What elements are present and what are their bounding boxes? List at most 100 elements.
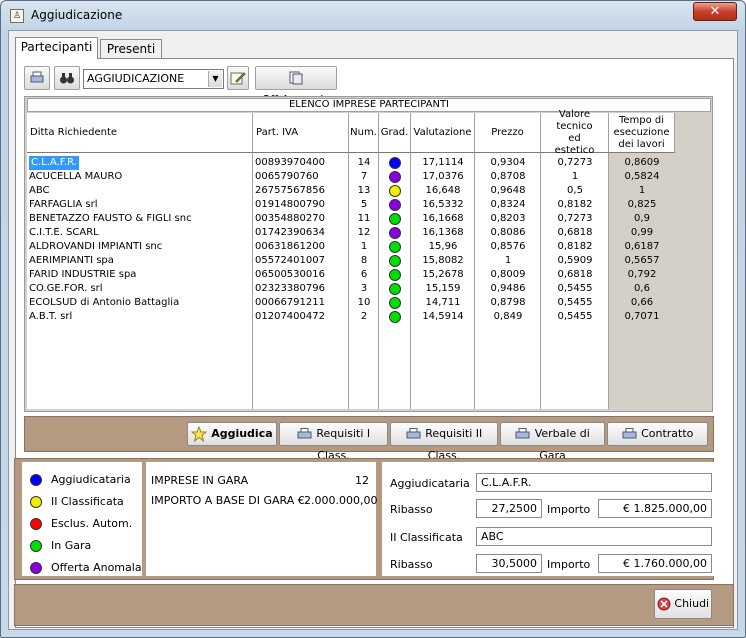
requisiti-i-button[interactable]: Requisiti I Class. [279, 422, 388, 462]
cell-piva[interactable]: 00893970400 [255, 156, 347, 170]
cell-tempo[interactable]: 0,7071 [609, 310, 675, 324]
cell-valutazione[interactable]: 16,1668 [411, 212, 475, 226]
cell-ditta[interactable]: AERIMPIANTI spa [29, 254, 251, 268]
cell-valore[interactable]: 0,5909 [541, 254, 609, 268]
cell-num[interactable]: 10 [349, 296, 379, 310]
header-piva[interactable]: Part. IVA [253, 113, 349, 153]
off-anomale-button[interactable]: Off.Anomale [255, 66, 337, 106]
cell-num[interactable]: 1 [349, 240, 379, 254]
cell-valore[interactable]: 0,6818 [541, 268, 609, 282]
cell-prezzo[interactable]: 0,8798 [475, 296, 541, 310]
cell-ditta[interactable]: A.B.T. srl [29, 310, 251, 324]
cell-ditta[interactable]: ECOLSUD di Antonio Battaglia [29, 296, 251, 310]
cell-ditta[interactable]: FARID INDUSTRIE spa [29, 268, 251, 282]
cell-num[interactable]: 5 [349, 198, 379, 212]
tab-partecipanti[interactable]: Partecipanti [15, 37, 98, 59]
cell-ditta[interactable]: ALDROVANDI IMPIANTI snc [29, 240, 251, 254]
cell-valore[interactable]: 0,8182 [541, 240, 609, 254]
cell-num[interactable]: 11 [349, 212, 379, 226]
chevron-down-icon[interactable]: ▼ [208, 71, 222, 87]
cell-num[interactable]: 3 [349, 282, 379, 296]
importo2-field[interactable]: € 1.760.000,00 [598, 554, 712, 573]
cell-num[interactable]: 13 [349, 184, 379, 198]
cell-piva[interactable]: 26757567856 [255, 184, 347, 198]
cell-valore[interactable]: 0,5455 [541, 282, 609, 296]
cell-valore[interactable]: 0,7273 [541, 212, 609, 226]
header-grad[interactable]: Grad. [379, 113, 411, 153]
cell-prezzo[interactable]: 0,8203 [475, 212, 541, 226]
cell-valutazione[interactable]: 14,711 [411, 296, 475, 310]
cell-piva[interactable]: 05572401007 [255, 254, 347, 268]
cell-num[interactable]: 2 [349, 310, 379, 324]
chiudi-button[interactable]: Chiudi [654, 589, 712, 619]
cell-tempo[interactable]: 0,5824 [609, 170, 675, 184]
cell-ditta[interactable]: FARFAGLIA srl [29, 198, 251, 212]
cell-tempo[interactable]: 0,99 [609, 226, 675, 240]
cell-prezzo[interactable]: 0,8708 [475, 170, 541, 184]
cell-tempo[interactable]: 0,66 [609, 296, 675, 310]
ribasso1-field[interactable]: 27,2500 [476, 499, 542, 518]
cell-valore[interactable]: 1 [541, 170, 609, 184]
cell-num[interactable]: 6 [349, 268, 379, 282]
cell-valore[interactable]: 0,5455 [541, 296, 609, 310]
cell-piva[interactable]: 01742390634 [255, 226, 347, 240]
cell-num[interactable]: 12 [349, 226, 379, 240]
cell-piva[interactable]: 0065790760 [255, 170, 347, 184]
cell-valutazione[interactable]: 15,96 [411, 240, 475, 254]
cell-num[interactable]: 8 [349, 254, 379, 268]
cell-piva[interactable]: 01914800790 [255, 198, 347, 212]
verbale-button[interactable]: Verbale di Gara [500, 422, 605, 462]
header-tempo[interactable]: Tempo di esecuzione dei lavori [609, 113, 675, 153]
search-button[interactable] [54, 66, 80, 90]
header-num[interactable]: Num. [349, 113, 379, 153]
procedure-combo[interactable]: AGGIUDICAZIONE ▼ [83, 69, 224, 89]
cell-prezzo[interactable]: 0,9648 [475, 184, 541, 198]
close-button[interactable]: ✕ [693, 2, 737, 21]
edit-button[interactable] [227, 66, 249, 90]
cell-prezzo[interactable]: 0,849 [475, 310, 541, 324]
cell-piva[interactable]: 02323380796 [255, 282, 347, 296]
cell-tempo[interactable]: 0,8609 [609, 156, 675, 170]
ribasso2-field[interactable]: 30,5000 [476, 554, 542, 573]
header-prezzo[interactable]: Prezzo [475, 113, 541, 153]
requisiti-ii-button[interactable]: Requisiti II Class. [390, 422, 498, 462]
tab-presenti[interactable]: Presenti [100, 39, 162, 59]
cell-ditta[interactable]: ACUCELLA MAURO [29, 170, 251, 184]
cell-valore[interactable]: 0,5 [541, 184, 609, 198]
cell-ditta[interactable]: C.I.T.E. SCARL [29, 226, 251, 240]
print-button[interactable] [24, 66, 50, 90]
cell-piva[interactable]: 00354880270 [255, 212, 347, 226]
cell-prezzo[interactable]: 0,8576 [475, 240, 541, 254]
cell-ditta[interactable]: C.L.A.F.R. [29, 156, 79, 170]
cell-prezzo[interactable]: 1 [475, 254, 541, 268]
cell-piva[interactable]: 06500530016 [255, 268, 347, 282]
cell-valore[interactable]: 0,6818 [541, 226, 609, 240]
cell-valutazione[interactable]: 16,1368 [411, 226, 475, 240]
cell-num[interactable]: 7 [349, 170, 379, 184]
cell-prezzo[interactable]: 0,8324 [475, 198, 541, 212]
cell-ditta[interactable]: BENETAZZO FAUSTO & FIGLI snc [29, 212, 251, 226]
cell-valutazione[interactable]: 15,2678 [411, 268, 475, 282]
header-ditta[interactable]: Ditta Richiedente [27, 113, 253, 153]
cell-valutazione[interactable]: 16,648 [411, 184, 475, 198]
cell-valore[interactable]: 0,5455 [541, 310, 609, 324]
cell-valutazione[interactable]: 15,159 [411, 282, 475, 296]
cell-valore[interactable]: 0,8182 [541, 198, 609, 212]
cell-tempo[interactable]: 1 [609, 184, 675, 198]
cell-prezzo[interactable]: 0,9486 [475, 282, 541, 296]
importo1-field[interactable]: € 1.825.000,00 [598, 499, 712, 518]
cell-piva[interactable]: 00631861200 [255, 240, 347, 254]
cell-valutazione[interactable]: 15,8082 [411, 254, 475, 268]
cell-valutazione[interactable]: 14,5914 [411, 310, 475, 324]
cell-num[interactable]: 14 [349, 156, 379, 170]
cell-tempo[interactable]: 0,5657 [609, 254, 675, 268]
header-valore[interactable]: Valore tecnico ed estetico [541, 109, 609, 156]
cell-tempo[interactable]: 0,825 [609, 198, 675, 212]
aggiudica-button[interactable]: Aggiudica [187, 422, 277, 446]
seconda-field[interactable]: ABC [476, 527, 712, 546]
cell-tempo[interactable]: 0,6187 [609, 240, 675, 254]
cell-prezzo[interactable]: 0,9304 [475, 156, 541, 170]
aggiudicataria-field[interactable]: C.L.A.F.R. [476, 473, 712, 492]
cell-valutazione[interactable]: 17,0376 [411, 170, 475, 184]
contratto-button[interactable]: Contratto [607, 422, 708, 446]
